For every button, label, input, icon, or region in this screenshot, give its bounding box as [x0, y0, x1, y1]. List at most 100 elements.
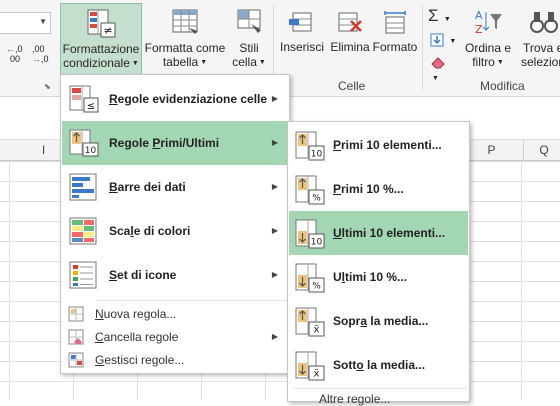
top-10-items-icon: 10 [295, 131, 325, 161]
new-rule-icon [68, 306, 84, 322]
submenu-item-top-10-percent[interactable]: % Primi 10 %... [289, 167, 468, 211]
menu-item-label: Regole Primi/Ultimi [109, 136, 220, 150]
submenu-item-label: Ultimi 10 elementi... [333, 226, 446, 240]
menu-item-color-scales[interactable]: Scale di colori ▶ [62, 209, 288, 253]
decrease-decimals-button[interactable]: ,00 →,0 [32, 44, 56, 68]
cells-group-label: Celle [338, 79, 366, 93]
submenu-item-label: Sotto la media... [333, 358, 426, 372]
sort-filter-icon: A Z [475, 9, 502, 36]
svg-text:10: 10 [311, 150, 323, 160]
increase-decimals-button[interactable]: ←,0 00 [6, 44, 28, 68]
svg-text:%: % [312, 282, 321, 292]
manage-rules-icon [68, 352, 84, 368]
below-average-icon: x̄ [295, 351, 325, 381]
insert-button[interactable]: Inserisci [278, 3, 326, 63]
svg-text:Z: Z [475, 23, 483, 36]
format-as-table-button[interactable]: Formatta come tabella ▼ [142, 3, 228, 75]
menu-item-top-bottom-rules[interactable]: 10 Regole Primi/Ultimi ▶ [62, 121, 288, 165]
chevron-down-icon: ▼ [258, 58, 266, 66]
fill-down-icon [430, 33, 444, 47]
conditional-formatting-menu: ≤ Regole evidenziazione celle ▶ 10 Regol… [60, 74, 290, 374]
arrow-right-icon: → [32, 54, 41, 64]
submenu-arrow-icon: ▶ [271, 94, 278, 103]
menu-item-highlight-rules[interactable]: ≤ Regole evidenziazione celle ▶ [62, 77, 288, 121]
menu-item-new-rule[interactable]: Nuova regola... [62, 303, 288, 325]
number-format-dropdown[interactable]: ▼ [0, 12, 51, 34]
find-select-button[interactable]: Trova e seleziona [519, 3, 560, 75]
submenu-item-label: Primi 10 %... [333, 182, 404, 196]
submenu-item-above-average[interactable]: x̄ Sopra la media... [289, 299, 468, 343]
menu-item-label: Cancella regole [95, 330, 179, 344]
format-button[interactable]: Formato [372, 3, 418, 63]
binoculars-icon [530, 12, 558, 33]
menu-item-label: Regole evidenziazione celle [109, 92, 268, 106]
conditional-formatting-label-2: condizionale [63, 56, 130, 70]
bottom-10-percent-icon: % [295, 263, 325, 293]
menu-item-clear-rules[interactable]: Cancella regole ▶ [62, 326, 288, 348]
above-average-icon: x̄ [295, 307, 325, 337]
submenu-item-top-10-items[interactable]: 10 Primi 10 elementi... [289, 123, 468, 167]
menu-separator [294, 388, 467, 389]
clear-button[interactable]: ▼ [430, 54, 458, 82]
svg-text:x̄: x̄ [314, 325, 320, 336]
menu-item-data-bars[interactable]: Barre dei dati ▶ [62, 165, 288, 209]
submenu-arrow-icon: ▶ [271, 138, 278, 147]
menu-item-label: Set di icone [109, 268, 177, 282]
icon-sets-icon [69, 261, 97, 289]
format-as-table-icon [172, 9, 198, 34]
data-bars-icon [69, 173, 97, 201]
submenu-item-more-rules[interactable]: Altre regole... [319, 392, 390, 406]
cell-styles-button[interactable]: Stili cella ▼ [228, 3, 270, 75]
submenu-arrow-icon: ▶ [271, 270, 278, 279]
sort-filter-button[interactable]: A Z Ordina e filtro ▼ [462, 3, 514, 75]
conditional-formatting-button[interactable]: ≠ Formattazione condizionale ▼ [60, 3, 142, 77]
svg-text:10: 10 [311, 238, 323, 248]
delete-button[interactable]: Elimina [328, 3, 372, 63]
submenu-arrow-icon: ▶ [271, 182, 278, 191]
submenu-arrow-icon: ▶ [271, 332, 278, 341]
submenu-item-bottom-10-percent[interactable]: % Ultimi 10 %... [289, 255, 468, 299]
menu-item-label: Nuova regola... [95, 307, 177, 321]
eraser-icon [431, 57, 445, 69]
format-cells-icon [384, 11, 406, 34]
clear-rules-icon [68, 329, 84, 345]
menu-item-icon-sets[interactable]: Set di icone ▶ [62, 253, 288, 297]
fill-button[interactable]: ▼ [430, 32, 458, 52]
group-separator [422, 4, 423, 90]
svg-text:A: A [475, 9, 483, 22]
svg-text:10: 10 [85, 146, 97, 156]
chevron-down-icon: ▼ [200, 58, 208, 66]
conditional-formatting-icon: ≠ [87, 9, 116, 38]
chevron-down-icon: ▼ [432, 74, 439, 82]
menu-separator [96, 300, 287, 301]
delete-cells-icon [338, 12, 362, 32]
submenu-item-label: Altre regole... [319, 392, 391, 406]
column-header-q[interactable]: Q [524, 140, 560, 160]
editing-group-label: Modifica [480, 79, 525, 93]
color-scales-icon [69, 217, 97, 245]
menu-item-label: Barre dei dati [109, 180, 186, 194]
cell-styles-icon [237, 9, 261, 33]
insert-cells-icon [289, 12, 312, 32]
chevron-down-icon: ▼ [131, 59, 139, 67]
arrow-left-icon: ← [6, 44, 15, 54]
svg-text:x̄: x̄ [314, 369, 320, 380]
submenu-arrow-icon: ▶ [271, 226, 278, 235]
top-bottom-rules-submenu: 10 Primi 10 elementi... % Primi 10 %... … [287, 121, 470, 406]
submenu-item-label: Ultimi 10 %... [333, 270, 408, 284]
bottom-10-items-icon: 10 [295, 219, 325, 249]
submenu-item-below-average[interactable]: x̄ Sotto la media... [289, 343, 468, 387]
menu-item-manage-rules[interactable]: Gestisci regole... [62, 349, 288, 371]
dialog-launcher-icon[interactable]: ⬊ [44, 82, 51, 91]
conditional-formatting-label-1: Formattazione [62, 42, 140, 56]
submenu-item-label: Primi 10 elementi... [333, 138, 442, 152]
chevron-down-icon: ▼ [496, 58, 504, 66]
svg-text:≤: ≤ [87, 101, 95, 112]
top-bottom-rules-icon: 10 [69, 129, 99, 157]
svg-text:≠: ≠ [103, 24, 112, 37]
autosum-button[interactable]: Σ ▼ [428, 6, 458, 26]
highlight-rules-icon: ≤ [69, 85, 99, 113]
top-10-percent-icon: % [295, 175, 325, 205]
submenu-item-bottom-10-items[interactable]: 10 Ultimi 10 elementi... [289, 211, 468, 255]
menu-item-label: Gestisci regole... [95, 353, 185, 367]
